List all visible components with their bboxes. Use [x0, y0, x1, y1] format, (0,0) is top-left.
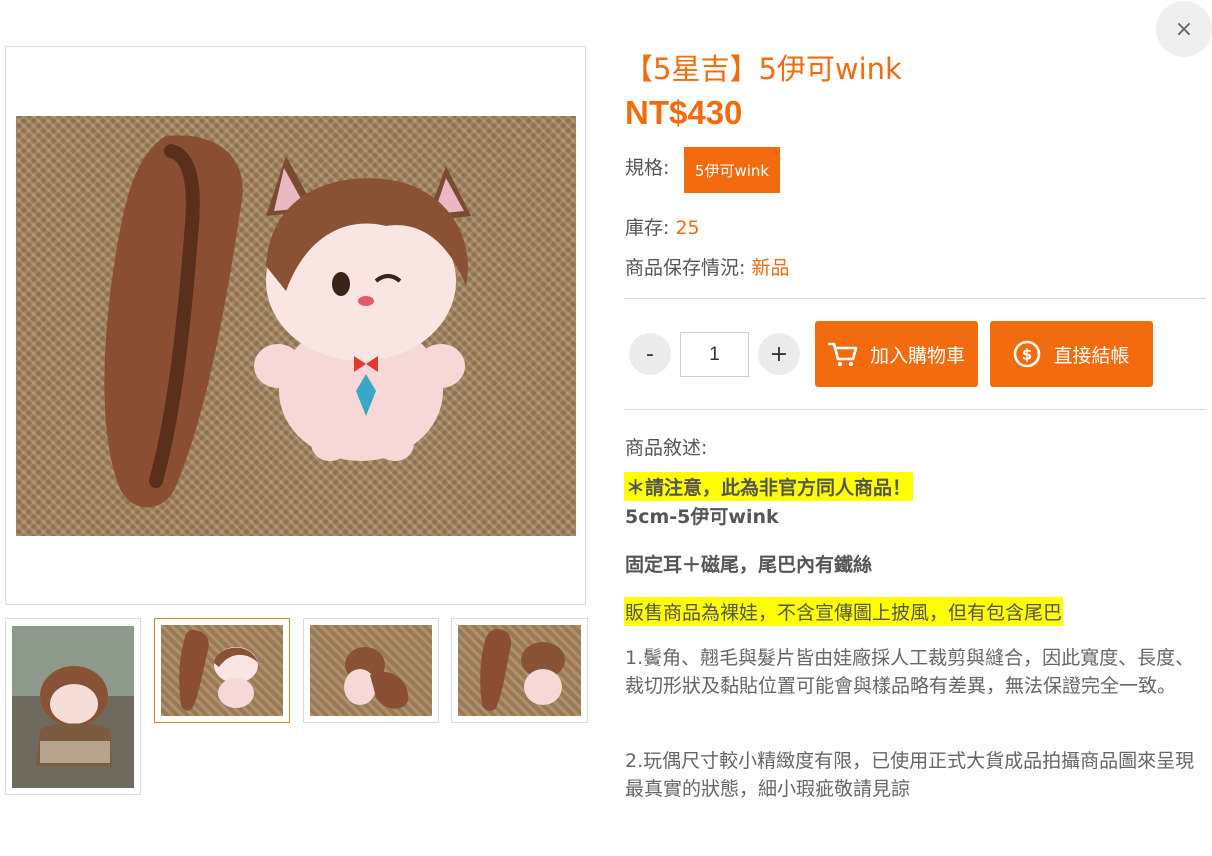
checkout-button[interactable]: $ 直接結帳 [990, 321, 1153, 387]
stock-value: 25 [675, 217, 700, 239]
description-paragraph-2: 2.玩偶尺寸較小精緻度有限，已使用正式大貨成品拍攝商品圖來呈現最真實的狀態，細小… [625, 750, 1195, 800]
description-warning: ＊請注意，此為非官方同人商品！ [624, 472, 914, 501]
product-price: NT$430 [625, 94, 743, 131]
close-button[interactable]: × [1156, 1, 1212, 57]
plush-with-coat-photo [12, 626, 134, 766]
quantity-input[interactable] [680, 332, 749, 377]
plush-and-tail-photo [480, 629, 565, 711]
description-label: 商品敘述: [625, 437, 708, 459]
thumbnail-3[interactable] [303, 618, 439, 723]
checkout-label: 直接結帳 [1053, 344, 1130, 367]
description-note: 販售商品為裸娃，不含宣傳圖上披風，但有包含尾巴 [624, 597, 1064, 626]
divider [624, 298, 1206, 299]
quantity-increase-button[interactable]: + [758, 333, 800, 375]
plush-back-photo [344, 647, 409, 709]
description-size: 5cm-5伊可wink [625, 506, 779, 528]
description-features: 固定耳＋磁尾，尾巴內有鐵絲 [625, 554, 873, 576]
thumbnail-4[interactable] [451, 618, 588, 723]
condition-label: 商品保存情況: [625, 257, 752, 279]
close-icon: × [1174, 16, 1194, 42]
description-paragraph-1: 1.鬢角、翹毛與髮片皆由娃廠採人工裁剪與縫合，因此寬度、長度、裁切形狀及黏貼位置… [625, 647, 1195, 697]
thumbnail-2[interactable] [154, 618, 290, 723]
thumbnail-1[interactable] [5, 618, 141, 795]
dollar-coin-icon: $ [1013, 340, 1041, 368]
cart-icon [827, 341, 858, 367]
plush-with-tail-photo [104, 135, 471, 508]
product-title: 【5星吉】5伊可wink [624, 52, 902, 86]
svg-text:$: $ [1022, 346, 1032, 364]
stock-row: 庫存: 25 [625, 213, 700, 240]
spec-option-button[interactable]: 5伊可wink [684, 147, 780, 193]
plush-with-tail-photo [179, 630, 258, 711]
divider [624, 409, 1206, 410]
main-image-frame [5, 46, 586, 605]
spec-label: 規格: [625, 157, 670, 179]
add-to-cart-button[interactable]: 加入購物車 [815, 321, 978, 387]
main-product-image[interactable] [16, 116, 576, 536]
add-to-cart-label: 加入購物車 [869, 344, 965, 367]
condition-value: 新品 [751, 257, 790, 279]
condition-row: 商品保存情況: 新品 [625, 253, 789, 280]
quantity-decrease-button[interactable]: - [629, 333, 671, 375]
stock-label: 庫存: [625, 217, 676, 239]
